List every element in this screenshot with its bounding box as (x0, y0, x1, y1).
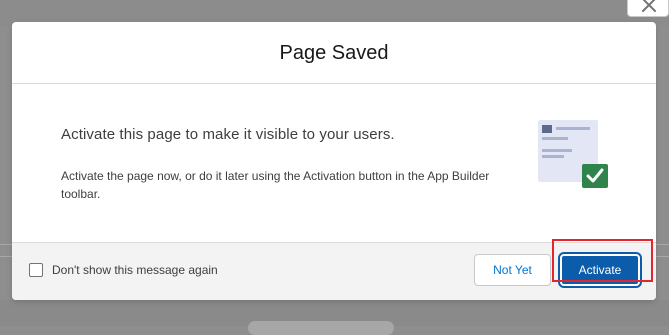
modal-body: Activate this page to make it visible to… (12, 84, 656, 242)
not-yet-button[interactable]: Not Yet (474, 254, 551, 286)
activation-heading: Activate this page to make it visible to… (61, 126, 395, 143)
page-activated-illustration-icon (538, 120, 608, 188)
dont-show-again-option[interactable]: Don't show this message again (29, 263, 218, 277)
background-pill (248, 321, 394, 335)
modal-title: Page Saved (279, 42, 389, 64)
activate-button[interactable]: Activate (558, 252, 642, 288)
page-saved-modal: Page Saved Activate this page to make it… (12, 22, 656, 300)
modal-footer: Don't show this message again Not Yet Ac… (12, 242, 656, 300)
modal-header: Page Saved (12, 22, 656, 84)
activation-description: Activate the page now, or do it later us… (61, 169, 490, 201)
dont-show-again-checkbox[interactable] (29, 263, 43, 277)
dont-show-again-label: Don't show this message again (52, 263, 218, 277)
close-modal-button[interactable] (627, 0, 669, 17)
close-icon (642, 0, 656, 12)
